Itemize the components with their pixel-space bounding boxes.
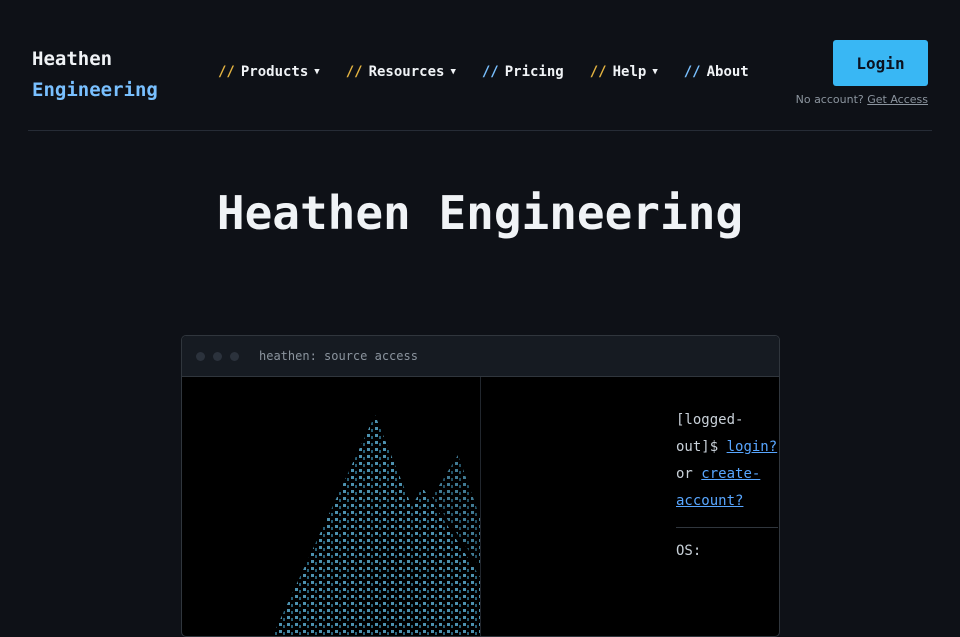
main-nav: // Products ▼ // Resources ▼ // Pricing // Hel… — [218, 64, 775, 80]
nav-slashes: // — [683, 64, 701, 80]
window-dot-icon — [196, 351, 205, 361]
chevron-down-icon: ▼ — [314, 67, 320, 77]
nav-slashes: // — [218, 64, 235, 80]
nav-slashes: // — [481, 64, 499, 80]
nav-label: About — [706, 64, 749, 80]
get-access-link[interactable]: Get Access — [867, 93, 928, 106]
site-header: Heathen Engineering // Products ▼ // Resour… — [28, 0, 932, 131]
no-account-text: No account? — [795, 93, 864, 106]
nav-label: Help — [612, 64, 647, 80]
brand-logo[interactable]: Heathen Engineering — [32, 44, 158, 106]
terminal-window: heathen: source access [logged-out]$ log… — [181, 335, 780, 637]
login-link[interactable]: login? — [727, 439, 778, 455]
nav-item-about[interactable]: // About — [684, 64, 749, 80]
window-dot-icon — [230, 351, 239, 361]
nav-item-help[interactable]: // Help ▼ — [590, 64, 658, 80]
chevron-down-icon: ▼ — [450, 67, 456, 77]
no-account-prompt: No account? Get Access — [796, 93, 928, 106]
divider — [676, 527, 778, 528]
nav-item-resources[interactable]: // Resources ▼ — [346, 64, 456, 80]
nav-label: Resources — [368, 64, 445, 80]
ascii-art-mountain-image — [182, 377, 481, 636]
nav-item-pricing[interactable]: // Pricing — [482, 64, 564, 80]
window-dot-icon — [213, 351, 222, 361]
terminal-titlebar: heathen: source access — [182, 336, 779, 377]
nav-slashes: // — [589, 64, 607, 80]
terminal-session-panel: [logged-out]$ login? or create-account? … — [676, 377, 778, 565]
chevron-down-icon: ▼ — [652, 67, 658, 77]
nav-item-products[interactable]: // Products ▼ — [218, 64, 320, 80]
nav-label: Pricing — [504, 64, 564, 80]
page-title: Heathen Engineering — [216, 186, 744, 240]
or-text: or — [676, 466, 693, 482]
terminal-title: heathen: source access — [259, 349, 418, 363]
brand-line1: Heathen — [32, 48, 113, 70]
brand-line2: Engineering — [32, 79, 158, 101]
nav-slashes: // — [345, 64, 363, 80]
os-label: OS: — [676, 543, 702, 559]
nav-label: Products — [240, 64, 309, 80]
login-button[interactable]: Login — [833, 40, 928, 86]
